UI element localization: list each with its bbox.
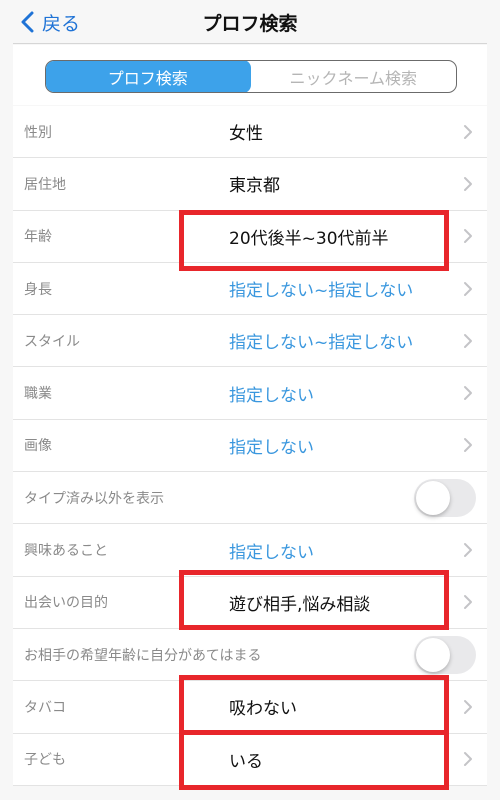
page-title: プロフ検索 (202, 13, 298, 35)
row-label: 性別 (24, 124, 52, 141)
row-interests[interactable]: 興味あること 指定しない (13, 524, 487, 577)
toggle-knob (416, 480, 450, 515)
chevron-right-icon (464, 229, 472, 244)
row-style[interactable]: スタイル 指定しない~指定しない (13, 315, 487, 368)
row-tobacco[interactable]: タバコ 吸わない (13, 681, 487, 734)
row-age[interactable]: 年齢 20代後半~30代前半 (13, 211, 487, 263)
chevron-right-icon (464, 752, 472, 767)
segment-nickname-search[interactable]: ニックネーム検索 (251, 61, 457, 92)
row-value: 指定しない~指定しない (229, 333, 414, 354)
row-value: 吸わない (229, 699, 297, 720)
search-mode-segmented-control: プロフ検索 ニックネーム検索 (45, 60, 457, 93)
segment-profile-search[interactable]: プロフ検索 (46, 61, 251, 92)
row-value: 指定しない (229, 437, 314, 458)
chevron-right-icon (464, 124, 472, 139)
row-label: 職業 (24, 386, 52, 403)
row-value: 指定しない (229, 542, 314, 563)
profile-search-screen: 戻る プロフ検索 プロフ検索 ニックネーム検索 性別 女性 居住地 東京都 年齢… (0, 0, 500, 800)
row-label: 子ども (24, 752, 66, 769)
row-age-preference-match: お相手の希望年齢に自分があてはまる (13, 629, 487, 682)
row-show-non-typed: タイプ済み以外を表示 (13, 472, 487, 525)
chevron-right-icon (464, 543, 472, 558)
navigation-bar: 戻る プロフ検索 (13, 0, 487, 44)
row-label: タイプ済み以外を表示 (24, 490, 164, 507)
toggle-knob (416, 637, 450, 672)
row-children[interactable]: 子ども いる (13, 734, 487, 786)
row-image[interactable]: 画像 指定しない (13, 420, 487, 473)
row-label: スタイル (24, 333, 80, 350)
search-criteria-list: 性別 女性 居住地 東京都 年齢 20代後半~30代前半 身長 指定しない~指定… (13, 106, 487, 786)
age-preference-match-toggle[interactable] (414, 635, 476, 674)
row-value: 20代後半~30代前半 (229, 228, 389, 249)
chevron-right-icon (464, 281, 472, 296)
chevron-right-icon (464, 333, 472, 348)
row-label: 興味あること (24, 543, 108, 560)
show-non-typed-toggle[interactable] (414, 478, 476, 517)
row-value: 女性 (229, 124, 263, 145)
row-label: 年齢 (24, 229, 52, 246)
row-occupation[interactable]: 職業 指定しない (13, 367, 487, 420)
row-label: 身長 (24, 281, 52, 298)
row-residence[interactable]: 居住地 東京都 (13, 158, 487, 211)
row-value: いる (229, 751, 263, 772)
chevron-right-icon (464, 176, 472, 191)
row-label: 居住地 (24, 176, 66, 193)
segment-area: プロフ検索 ニックネーム検索 (13, 45, 487, 105)
row-purpose[interactable]: 出会いの目的 遊び相手,悩み相談 (13, 577, 487, 629)
row-label: 画像 (24, 438, 52, 455)
row-value: 指定しない~指定しない (229, 281, 414, 302)
row-value: 東京都 (229, 176, 280, 197)
row-label: タバコ (24, 699, 66, 716)
row-label: お相手の希望年齢に自分があてはまる (24, 647, 262, 664)
chevron-right-icon (464, 595, 472, 610)
row-gender[interactable]: 性別 女性 (13, 106, 487, 159)
chevron-right-icon (464, 438, 472, 453)
chevron-right-icon (464, 386, 472, 401)
chevron-right-icon (464, 699, 472, 714)
row-value: 遊び相手,悩み相談 (229, 594, 371, 615)
row-height[interactable]: 身長 指定しない~指定しない (13, 263, 487, 316)
row-value: 指定しない (229, 385, 314, 406)
row-label: 出会いの目的 (24, 595, 108, 612)
